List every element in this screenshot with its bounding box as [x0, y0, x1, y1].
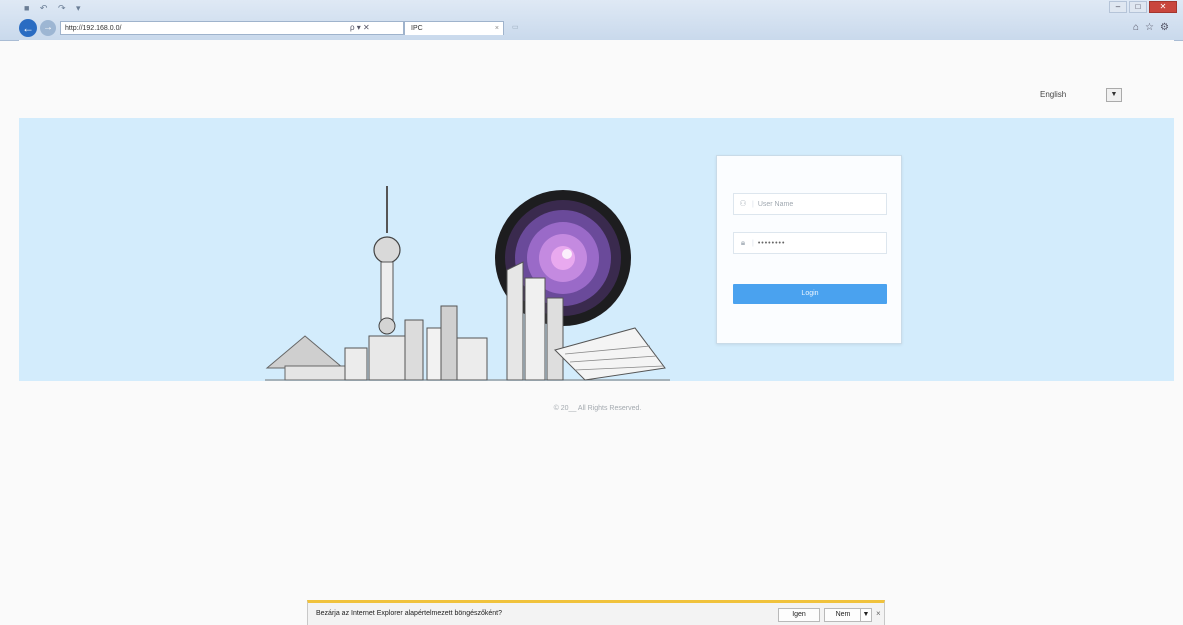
language-select[interactable]: English ▼: [1040, 88, 1122, 102]
field-divider: |: [752, 240, 754, 247]
chevron-down-icon[interactable]: ▼: [1106, 88, 1122, 102]
user-icon: ⚇: [739, 199, 747, 208]
tab-close-icon[interactable]: ×: [495, 22, 499, 36]
quick-access-toolbar[interactable]: ■ ↶ ↷ ▾: [24, 3, 85, 14]
forward-button[interactable]: →: [40, 20, 56, 36]
address-bar-icons[interactable]: ρ ▾ ✕: [350, 21, 370, 35]
minimize-button[interactable]: –: [1109, 1, 1127, 13]
login-panel: ⚇ | User Name 🔒︎ | •••••••• Login: [716, 155, 902, 344]
notification-text: Bezárja az Internet Explorer alapértelme…: [316, 610, 502, 617]
field-divider: |: [752, 201, 754, 208]
browser-tab[interactable]: IPC ×: [404, 21, 504, 35]
password-field[interactable]: 🔒︎ | ••••••••: [733, 232, 887, 254]
username-field[interactable]: ⚇ | User Name: [733, 193, 887, 215]
city-skyline-illustration: [265, 186, 670, 381]
window-controls: – □ ✕: [1109, 1, 1177, 13]
yes-button[interactable]: Igen: [778, 608, 820, 622]
page-header: [19, 40, 1174, 118]
lock-icon: 🔒︎: [740, 238, 746, 247]
close-icon[interactable]: ×: [876, 609, 881, 618]
password-value: ••••••••: [757, 240, 786, 247]
browser-tools-icons[interactable]: ⌂☆⚙: [1133, 22, 1175, 33]
language-value: English: [1040, 90, 1067, 99]
close-window-button[interactable]: ✕: [1149, 1, 1177, 13]
login-button[interactable]: Login: [733, 284, 887, 304]
username-placeholder: User Name: [757, 201, 794, 208]
browser-chrome: ■ ↶ ↷ ▾ ← → http://192.168.0.0/ ρ ▾ ✕ IP…: [0, 0, 1183, 41]
maximize-button[interactable]: □: [1129, 1, 1147, 13]
notification-bar: Bezárja az Internet Explorer alapértelme…: [307, 600, 885, 625]
no-button[interactable]: Nem: [824, 608, 862, 622]
new-tab-button[interactable]: ▭: [512, 21, 562, 35]
tab-title: IPC: [411, 25, 423, 32]
copyright-text: © 20__ All Rights Reserved.: [553, 405, 642, 412]
back-button[interactable]: ←: [19, 19, 37, 37]
chevron-down-icon[interactable]: ▼: [860, 608, 872, 622]
